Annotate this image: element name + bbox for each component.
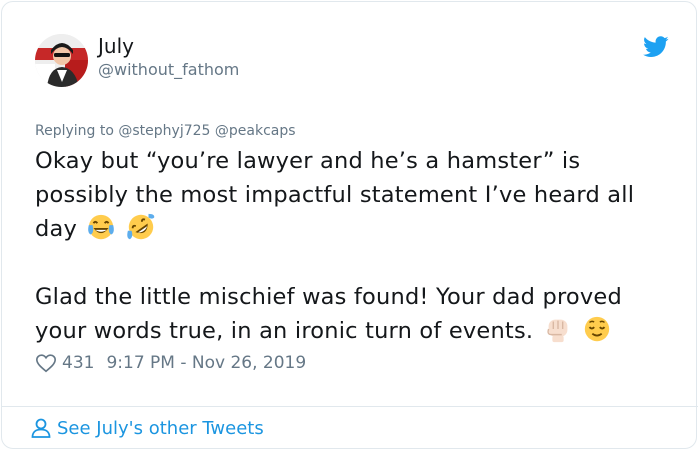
tweet-text: Okay but “you’re lawyer and he’s a hamst… — [35, 144, 675, 348]
divider — [2, 406, 698, 407]
heart-icon[interactable] — [35, 352, 57, 374]
tweet-paragraph: Okay but “you’re lawyer and he’s a hamst… — [35, 144, 675, 246]
tweet-meta: 431 9:17 PM - Nov 26, 2019 — [35, 352, 306, 374]
author-name[interactable]: July — [98, 34, 134, 58]
relieved-face-emoji — [584, 316, 610, 342]
see-other-tweets-link[interactable]: See July's other Tweets — [29, 416, 264, 440]
user-icon — [31, 418, 51, 438]
see-other-tweets-label[interactable]: See July's other Tweets — [57, 418, 264, 439]
tweet-card: July @without_fathom Replying to @stephy… — [1, 1, 698, 449]
replying-to: Replying to @stephyj725 @peakcaps — [35, 123, 296, 139]
mention-link[interactable]: @stephyj725 — [118, 123, 210, 139]
mention-link[interactable]: @peakcaps — [215, 123, 296, 139]
twitter-bird-icon[interactable] — [643, 36, 669, 58]
author-handle[interactable]: @without_fathom — [98, 60, 239, 79]
avatar[interactable] — [35, 34, 88, 87]
rolling-on-the-floor-laughing-emoji — [126, 213, 154, 240]
avatar-image — [35, 34, 88, 87]
face-with-tears-of-joy-emoji — [88, 214, 115, 240]
timestamp[interactable]: 9:17 PM - Nov 26, 2019 — [106, 353, 306, 373]
tweet-line: Glad the little mischief was found! Your… — [35, 284, 622, 344]
replying-prefix: Replying to — [35, 123, 114, 139]
tweet-paragraph: Glad the little mischief was found! Your… — [35, 280, 675, 348]
like-count[interactable]: 431 — [62, 353, 94, 373]
raised-fist-light-skin-emoji — [546, 319, 567, 343]
